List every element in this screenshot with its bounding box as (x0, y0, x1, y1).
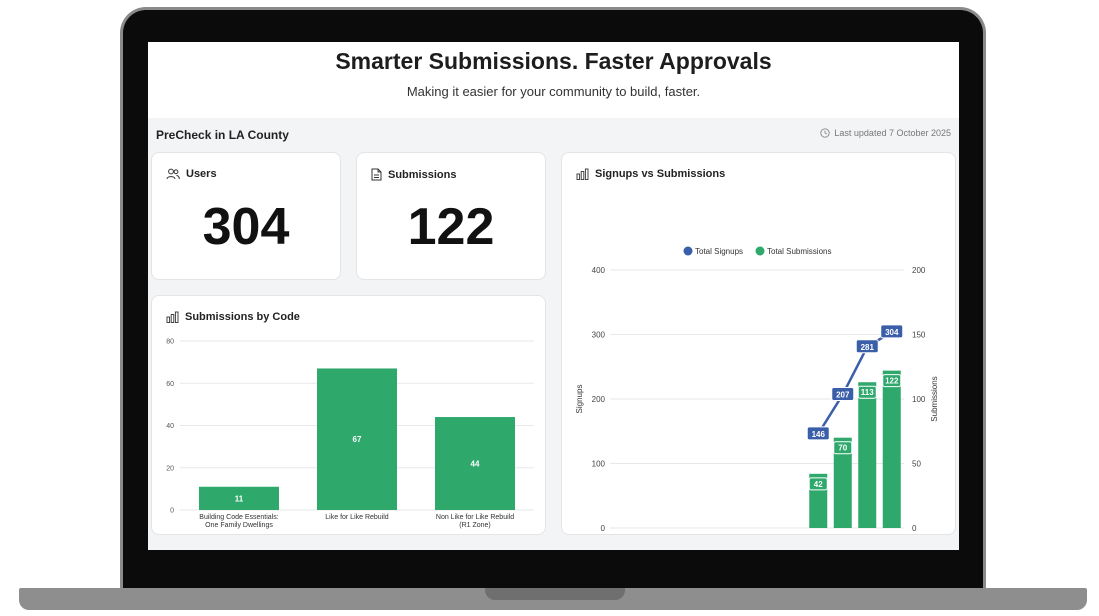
y-tick-label: 80 (166, 339, 174, 346)
submissions-value-label: 122 (885, 377, 899, 386)
dashboard-screen: Smarter Submissions. Faster Approvals Ma… (148, 42, 959, 550)
submissions-value-label: 42 (814, 480, 823, 489)
legend-signups-swatch (683, 246, 693, 256)
y2-tick-label: 0 (912, 524, 917, 533)
laptop-notch (485, 588, 625, 600)
submissions-count: 122 (407, 198, 495, 256)
y-tick-label: 40 (166, 423, 174, 430)
y-tick-label: 100 (592, 460, 606, 469)
signups-vs-submissions-chart: Total Signups Total Submissions 0 0 100 50 200… (575, 246, 939, 534)
hero-title: Smarter Submissions. Faster Approvals (335, 48, 772, 74)
x-tick-label: Like for Like Rebuild (325, 514, 389, 521)
x-tick-label: Sep 2025 (841, 532, 873, 534)
y-tick-label: 0 (601, 524, 606, 533)
submissions-value-label: 113 (861, 388, 874, 397)
section-title: PreCheck in LA County (156, 128, 289, 142)
signups-value-label: 207 (836, 390, 850, 399)
x-tick-label: Building Code Essentials: (199, 514, 278, 521)
x-tick-label: One Family Dwellings (205, 522, 273, 529)
hero-subtitle: Making it easier for your community to b… (406, 84, 701, 99)
x-tick-label: May 2025 (742, 532, 775, 534)
submissions-by-code-chart: 0 20 40 60 80 11 Building Code Essentials:One … (166, 339, 534, 529)
users-icon (166, 168, 180, 180)
x-tick-label: Dec 2024 (620, 532, 652, 534)
y2-tick-label: 100 (912, 395, 926, 404)
x-tick-label: Oct 2025 (866, 532, 897, 534)
signups-value-label: 281 (861, 343, 875, 352)
last-updated-text: Last updated 7 October 2025 (834, 128, 951, 138)
submissions-bar (858, 382, 877, 528)
y-tick-label: 20 (166, 465, 174, 472)
x-tick-label: Aug 2025 (816, 532, 848, 534)
submissions-bar (882, 370, 901, 528)
x-tick-label: Jun 2025 (768, 532, 799, 534)
users-card: Users 304 (151, 152, 341, 280)
legend-signups-label: Total Signups (695, 247, 743, 256)
clock-icon (820, 128, 831, 138)
y2-tick-label: 50 (912, 460, 921, 469)
legend-submissions-label: Total Submissions (767, 247, 831, 256)
bar-value-label: 11 (235, 494, 244, 503)
x-tick-label: Feb 2025 (669, 532, 701, 534)
y-tick-label: 0 (170, 508, 174, 515)
users-label: Users (186, 168, 217, 180)
y-tick-label: 400 (592, 266, 606, 275)
signups-value-label: 304 (885, 328, 899, 337)
users-count: 304 (202, 198, 290, 256)
x-tick-label: Mar 2025 (694, 532, 726, 534)
submissions-by-code-card: Submissions by Code 0 20 40 60 80 11 Building … (151, 295, 546, 535)
bar-value-label: 44 (471, 460, 480, 469)
submissions-card-header: Submissions (371, 168, 456, 181)
x-tick-label: Non Like for Like Rebuild (436, 514, 514, 521)
y-tick-label: 300 (592, 331, 606, 340)
x-tick-label: Apr 2025 (719, 532, 750, 534)
bar-value-label: 67 (353, 435, 362, 444)
y-tick-label: 60 (166, 381, 174, 388)
y-tick-label: 200 (592, 395, 606, 404)
y2-tick-label: 150 (912, 331, 926, 340)
y2-tick-label: 200 (912, 266, 926, 275)
x-tick-label: Jan 2025 (646, 532, 677, 534)
y-axis-label: Signups (575, 385, 584, 414)
y2-axis-label: Submissions (930, 376, 939, 421)
users-card-header: Users (166, 168, 217, 180)
hero-banner: Smarter Submissions. Faster Approvals Ma… (148, 42, 959, 118)
signups-value-label: 146 (812, 430, 826, 439)
last-updated: Last updated 7 October 2025 (820, 128, 951, 138)
document-icon (371, 168, 382, 181)
legend-submissions-swatch (755, 246, 765, 256)
submissions-value-label: 70 (838, 444, 847, 453)
x-tick-label: (R1 Zone) (459, 522, 491, 529)
x-tick-label: Jul 2025 (795, 532, 824, 534)
submissions-card: Submissions 122 (356, 152, 546, 280)
signups-vs-submissions-card: Signups vs Submissions Total Signups Tota… (561, 152, 956, 535)
submissions-label: Submissions (388, 168, 457, 181)
signups-line (817, 330, 893, 435)
